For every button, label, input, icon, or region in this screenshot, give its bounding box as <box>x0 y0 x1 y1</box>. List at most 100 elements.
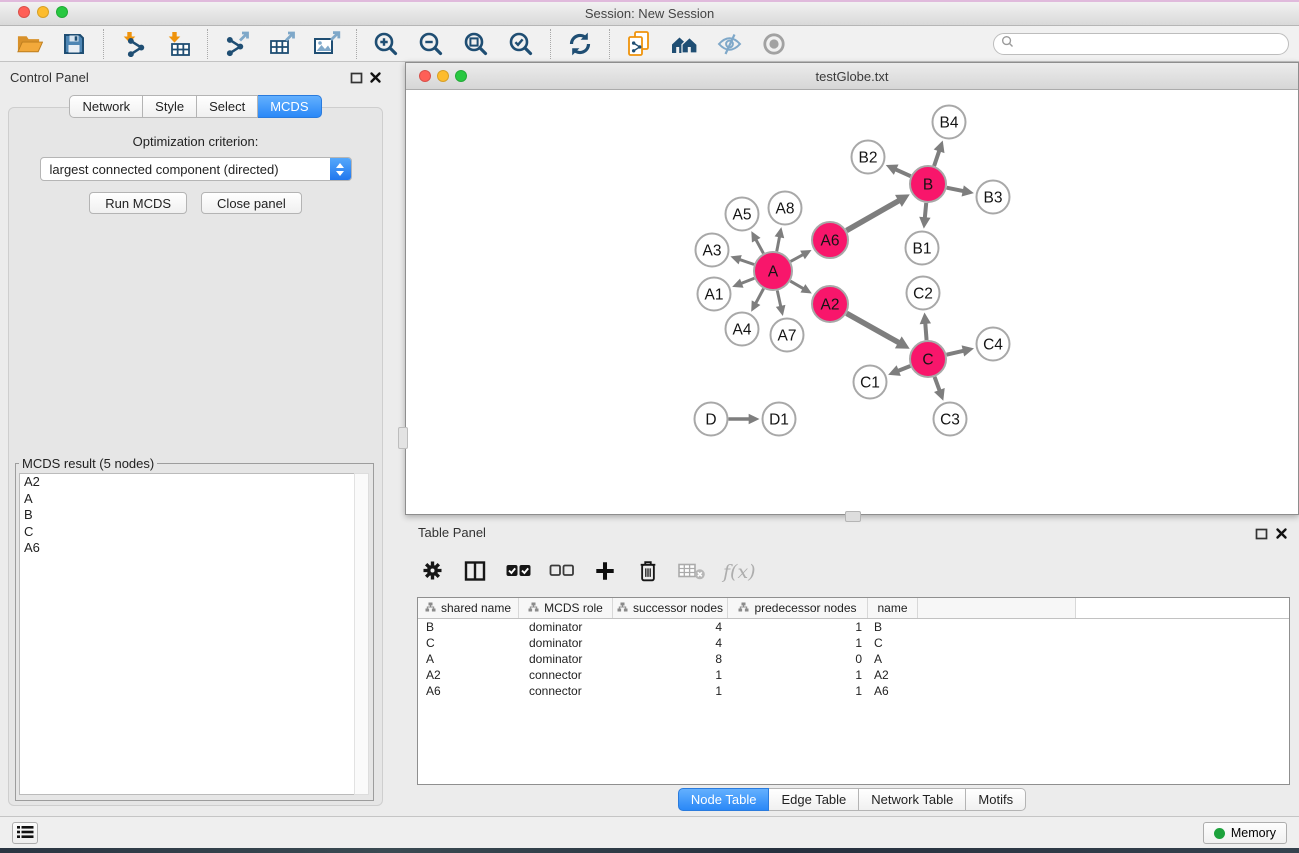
tab-edge-table[interactable]: Edge Table <box>769 788 859 811</box>
close-panel-button[interactable]: Close panel <box>201 192 302 214</box>
import-network-button[interactable] <box>118 29 148 59</box>
result-item[interactable]: A2 <box>20 474 354 491</box>
delete-row-button[interactable] <box>635 557 661 587</box>
node-A4[interactable]: A4 <box>726 313 759 346</box>
open-session-button[interactable] <box>14 29 44 59</box>
table-cell: 0 <box>728 651 868 667</box>
close-panel-icon[interactable] <box>367 69 383 85</box>
node-B2[interactable]: B2 <box>852 141 885 174</box>
column-header-name[interactable]: name <box>868 598 918 618</box>
run-mcds-button[interactable]: Run MCDS <box>89 192 187 214</box>
criterion-dropdown[interactable]: largest connected component (directed) <box>40 157 352 181</box>
result-item[interactable]: A6 <box>20 540 354 557</box>
node-A8[interactable]: A8 <box>769 192 802 225</box>
tab-motifs[interactable]: Motifs <box>966 788 1026 811</box>
control-panel-title: Control Panel <box>10 70 89 85</box>
show-panels-button[interactable] <box>12 822 38 844</box>
table-row[interactable]: Bdominator41B <box>418 619 1289 635</box>
table-row[interactable]: Adominator80A <box>418 651 1289 667</box>
table-cell: A2 <box>868 667 918 683</box>
node-A5[interactable]: A5 <box>726 198 759 231</box>
table-close-panel-icon[interactable] <box>1273 525 1289 541</box>
save-session-button[interactable] <box>59 29 89 59</box>
svg-text:B4: B4 <box>940 115 959 132</box>
network-window-titlebar[interactable]: testGlobe.txt <box>406 63 1298 90</box>
column-header-shared-name[interactable]: shared name <box>418 598 519 618</box>
mcds-result-list: A2ABCA6 <box>19 473 355 795</box>
export-table-icon <box>269 31 296 57</box>
svg-text:B1: B1 <box>913 241 932 258</box>
import-table-button[interactable] <box>163 29 193 59</box>
node-A1[interactable]: A1 <box>698 278 731 311</box>
node-D1[interactable]: D1 <box>763 403 796 436</box>
zoom-fit-button[interactable] <box>461 29 491 59</box>
result-item[interactable]: A <box>20 491 354 508</box>
tab-select[interactable]: Select <box>197 95 258 118</box>
node-B4[interactable]: B4 <box>933 106 966 139</box>
split-panel-button[interactable] <box>462 557 488 587</box>
node-B1[interactable]: B1 <box>906 232 939 265</box>
node-A2[interactable]: A2 <box>812 286 848 322</box>
refresh-button[interactable] <box>565 29 595 59</box>
left-splitter-grip[interactable] <box>398 427 408 449</box>
table-float-panel-icon[interactable] <box>1253 525 1269 541</box>
network-canvas[interactable]: A A1 A2 A3 A4 A5 A6 A7 A8 B B1 B2 B3 B4 C C1 C2 C3 C4 D D1 <box>406 90 1298 514</box>
result-scrollbar[interactable] <box>354 473 369 795</box>
clone-network-button[interactable] <box>624 29 654 59</box>
tab-network[interactable]: Network <box>69 95 143 118</box>
result-item[interactable]: B <box>20 507 354 524</box>
mcds-tab-content: Optimization criterion: largest connecte… <box>8 107 383 806</box>
table-row[interactable]: A6connector11A6 <box>418 683 1289 699</box>
hide-eye-button[interactable] <box>714 29 744 59</box>
node-A3[interactable]: A3 <box>696 234 729 267</box>
export-table-button[interactable] <box>267 29 297 59</box>
search-field[interactable] <box>993 33 1289 55</box>
bottom-splitter-grip[interactable] <box>845 511 861 522</box>
column-header-successor-nodes[interactable]: successor nodes <box>613 598 728 618</box>
svg-text:A4: A4 <box>733 322 752 339</box>
node-A6[interactable]: A6 <box>812 222 848 258</box>
deselect-all-button[interactable] <box>549 557 575 587</box>
main-toolbar <box>0 26 1299 62</box>
delete-row-icon <box>637 559 659 586</box>
node-B3[interactable]: B3 <box>977 181 1010 214</box>
node-C4[interactable]: C4 <box>977 328 1010 361</box>
table-cell: 4 <box>613 619 728 635</box>
tab-style[interactable]: Style <box>143 95 197 118</box>
column-header-MCDS-role[interactable]: MCDS role <box>519 598 613 618</box>
select-all-button[interactable] <box>505 557 532 587</box>
export-network-button[interactable] <box>222 29 252 59</box>
svg-text:B3: B3 <box>984 190 1003 207</box>
zoom-selected-button[interactable] <box>506 29 536 59</box>
node-A[interactable]: A <box>754 252 792 290</box>
search-input[interactable] <box>1018 36 1288 52</box>
hide-eye-icon <box>716 31 743 57</box>
tab-network-table[interactable]: Network Table <box>859 788 966 811</box>
home-view-button[interactable] <box>669 29 699 59</box>
add-row-button[interactable] <box>592 557 618 587</box>
float-panel-icon[interactable] <box>348 69 364 85</box>
export-image-button[interactable] <box>312 29 342 59</box>
node-B[interactable]: B <box>910 166 946 202</box>
tab-mcds[interactable]: MCDS <box>258 95 321 118</box>
node-C2[interactable]: C2 <box>907 277 940 310</box>
tab-node-table[interactable]: Node Table <box>678 788 770 811</box>
svg-text:B: B <box>923 177 933 194</box>
svg-text:A8: A8 <box>776 201 795 218</box>
table-row[interactable]: Cdominator41C <box>418 635 1289 651</box>
zoom-out-button[interactable] <box>416 29 446 59</box>
result-item[interactable]: C <box>20 524 354 541</box>
table-row[interactable]: A2connector11A2 <box>418 667 1289 683</box>
table-cell: dominator <box>519 619 613 635</box>
column-header-predecessor-nodes[interactable]: predecessor nodes <box>728 598 868 618</box>
node-C1[interactable]: C1 <box>854 366 887 399</box>
node-C[interactable]: C <box>910 341 946 377</box>
memory-button[interactable]: Memory <box>1203 822 1287 844</box>
node-A7[interactable]: A7 <box>771 319 804 352</box>
settings-gear-button[interactable] <box>419 557 445 587</box>
node-D[interactable]: D <box>695 403 728 436</box>
zoom-in-button[interactable] <box>371 29 401 59</box>
show-eye-button[interactable] <box>759 29 789 59</box>
node-C3[interactable]: C3 <box>934 403 967 436</box>
memory-status-icon <box>1214 828 1225 839</box>
